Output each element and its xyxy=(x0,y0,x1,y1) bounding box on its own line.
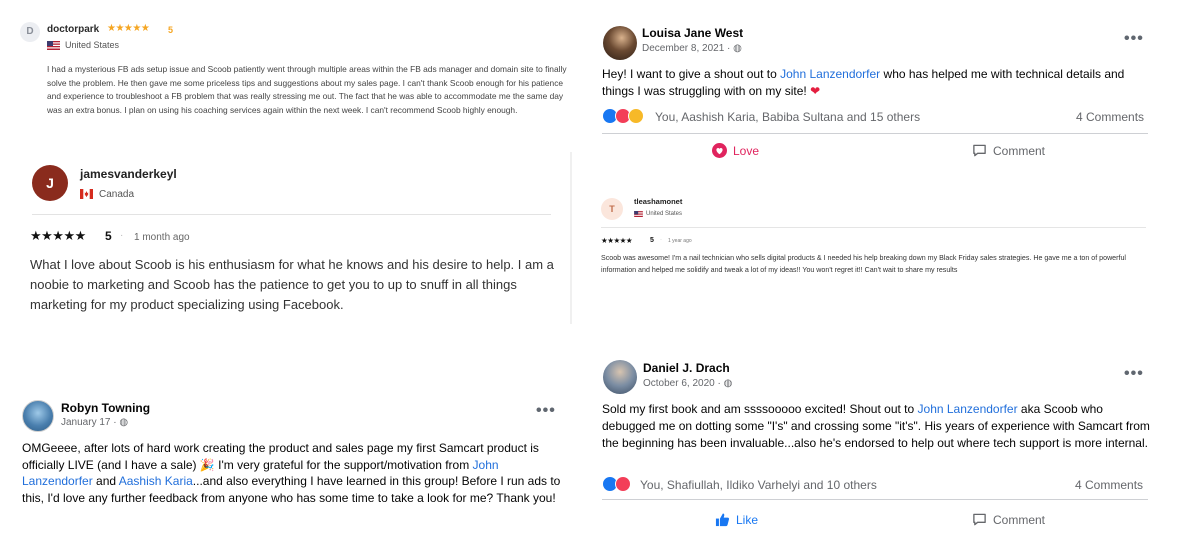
rating-score: 5 xyxy=(650,237,654,244)
post-text: OMGeeee, after lots of hard work creatin… xyxy=(22,440,570,506)
separator: · xyxy=(120,230,124,241)
avatar: D xyxy=(20,22,40,42)
care-reaction-icon xyxy=(628,108,644,124)
review-card-tleashamonet: T tleashamonet United States ★★★★★ 5 · 1… xyxy=(594,190,1154,288)
reviewer-name[interactable]: tleashamonet xyxy=(634,197,682,206)
review-text: I had a mysterious FB ads setup issue an… xyxy=(47,64,567,115)
star-rating-icon: ★★★★★ xyxy=(30,228,86,243)
rating-score: 5 xyxy=(168,25,174,35)
comment-button[interactable]: Comment xyxy=(972,512,1045,527)
heart-emoji-icon: ❤ xyxy=(810,84,821,98)
star-rating-icon: ★★★★★ xyxy=(601,236,633,245)
love-button[interactable]: Love xyxy=(712,143,759,158)
canada-flag-icon xyxy=(80,189,93,199)
reviewer-name[interactable]: doctorpark xyxy=(47,24,99,35)
us-flag-icon xyxy=(634,211,643,217)
globe-icon: ◍ xyxy=(723,378,733,389)
star-rating-icon: ★★★★★ xyxy=(107,23,150,34)
more-options-icon[interactable]: ••• xyxy=(1124,365,1144,383)
mention-link[interactable]: Aashish Karia xyxy=(119,474,193,488)
more-options-icon[interactable]: ••• xyxy=(536,402,556,420)
comment-icon xyxy=(973,513,986,526)
love-reaction-icon xyxy=(615,476,631,492)
divider xyxy=(602,499,1148,500)
post-louisa-jane-west: Louisa Jane West December 8, 2021 · ◍ ••… xyxy=(594,14,1154,166)
love-label: Love xyxy=(733,143,760,158)
reactions-summary[interactable]: You, Shafiullah, Ildiko Varhelyi and 10 … xyxy=(640,478,877,492)
comment-label: Comment xyxy=(993,143,1046,158)
avatar: T xyxy=(601,198,623,220)
avatar[interactable] xyxy=(603,360,637,394)
author-name[interactable]: Louisa Jane West xyxy=(642,26,743,40)
reviewer-country: Canada xyxy=(99,189,135,200)
mention-link[interactable]: John Lanzendorfer xyxy=(780,67,880,81)
author-name[interactable]: Robyn Towning xyxy=(61,401,150,415)
like-label: Like xyxy=(736,512,759,527)
us-flag-icon xyxy=(47,41,60,50)
post-date[interactable]: January 17 · ◍ xyxy=(61,417,128,428)
reactions-summary[interactable]: You, Aashish Karia, Babiba Sultana and 1… xyxy=(655,110,920,124)
divider xyxy=(601,227,1146,228)
review-text: Scoob was awesome! I'm a nail technician… xyxy=(601,254,1126,274)
reviewer-country: United States xyxy=(65,40,120,50)
post-date-text: January 17 · xyxy=(61,417,120,428)
avatar[interactable] xyxy=(22,400,54,432)
comments-count[interactable]: 4 Comments xyxy=(1076,110,1144,124)
review-card-doctorpark: D doctorpark ★★★★★ 5 United States I had… xyxy=(14,14,574,144)
reviewer-country: United States xyxy=(646,211,683,217)
post-text-part: Sold my first book and am ssssooooo exci… xyxy=(602,402,918,416)
divider xyxy=(32,214,551,215)
review-date: 1 month ago xyxy=(134,232,190,243)
review-text: What I love about Scoob is his enthusias… xyxy=(30,257,554,312)
globe-icon: ◍ xyxy=(733,43,742,54)
comments-count[interactable]: 4 Comments xyxy=(1075,478,1143,492)
more-options-icon[interactable]: ••• xyxy=(1124,30,1144,48)
globe-icon: ◍ xyxy=(119,417,129,428)
reaction-icons[interactable] xyxy=(602,108,652,125)
rating-score: 5 xyxy=(105,229,112,243)
post-date-text: October 6, 2020 · xyxy=(643,378,724,389)
comment-label: Comment xyxy=(993,512,1046,527)
post-text-part: Hey! I want to give a shout out to xyxy=(602,67,781,81)
comment-button[interactable]: Comment xyxy=(972,143,1045,158)
avatar[interactable] xyxy=(603,26,637,60)
review-date: 1 year ago xyxy=(668,238,692,244)
review-card-jamesvanderkeyl: J jamesvanderkeyl Canada ★★★★★ 5 · 1 mon… xyxy=(12,152,572,327)
like-button[interactable]: Like xyxy=(715,512,758,527)
post-date[interactable]: October 6, 2020 · ◍ xyxy=(643,378,732,389)
mention-link[interactable]: John Lanzendorfer xyxy=(918,402,1018,416)
post-robyn-towning: Robyn Towning January 17 · ◍ ••• OMGeeee… xyxy=(14,395,574,535)
reaction-icons[interactable] xyxy=(602,476,638,493)
reviewer-name[interactable]: jamesvanderkeyl xyxy=(80,167,177,181)
post-text: Sold my first book and am ssssooooo exci… xyxy=(602,401,1150,452)
heart-icon xyxy=(712,143,727,158)
post-date[interactable]: December 8, 2021 · ◍ xyxy=(642,43,742,54)
post-text: Hey! I want to give a shout out to John … xyxy=(602,66,1150,100)
fade-overlay xyxy=(594,276,1154,288)
comment-icon xyxy=(973,144,986,157)
thumbs-up-icon xyxy=(715,513,730,527)
divider xyxy=(602,133,1148,134)
post-daniel-j-drach: Daniel J. Drach October 6, 2020 · ◍ ••• … xyxy=(594,356,1154,536)
post-text-part: and xyxy=(92,474,119,488)
separator: · xyxy=(660,237,662,243)
post-text-part: OMGeeee, after lots of hard work creatin… xyxy=(22,441,539,472)
post-date-text: December 8, 2021 · xyxy=(642,43,734,54)
author-name[interactable]: Daniel J. Drach xyxy=(643,361,730,375)
card-edge xyxy=(570,152,572,324)
avatar: J xyxy=(32,165,68,201)
